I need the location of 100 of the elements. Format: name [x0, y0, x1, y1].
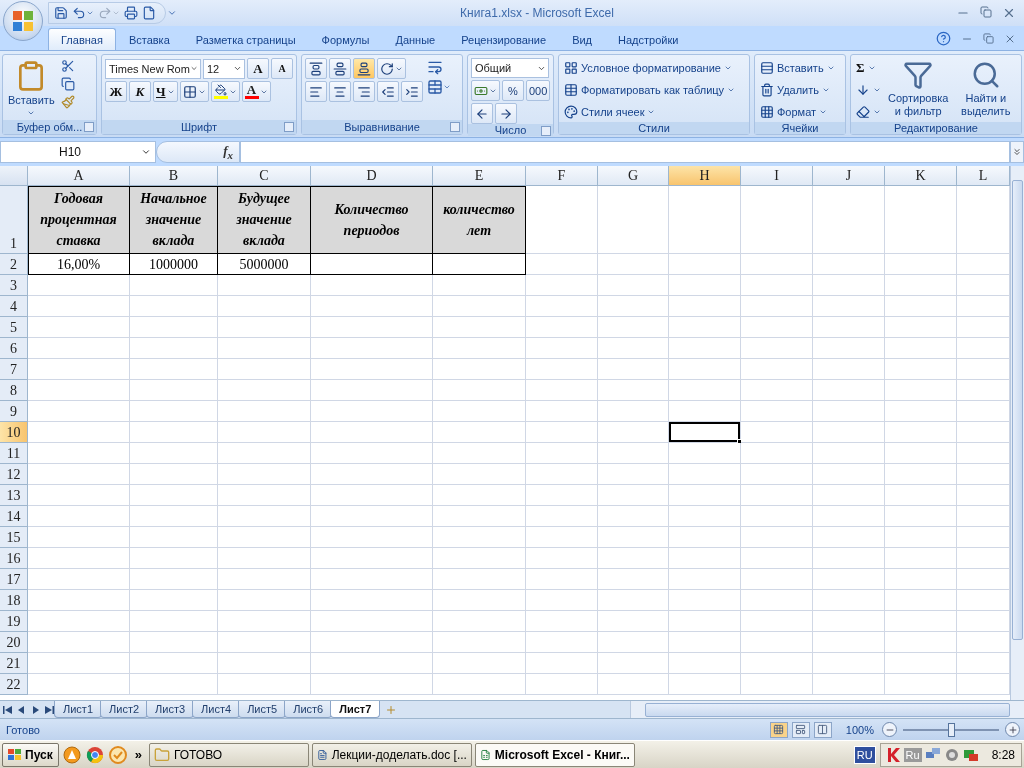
- row-header[interactable]: 2: [0, 254, 28, 275]
- row-header[interactable]: 18: [0, 590, 28, 611]
- percent-button[interactable]: %: [502, 80, 524, 101]
- start-button[interactable]: Пуск: [2, 742, 59, 767]
- cell-styles-button[interactable]: Стили ячеек: [562, 102, 738, 122]
- ribbon-tab[interactable]: Вставка: [115, 28, 183, 50]
- horizontal-scrollbar[interactable]: [630, 701, 1024, 718]
- column-header[interactable]: D: [311, 166, 433, 186]
- slider-thumb[interactable]: [948, 722, 955, 737]
- paintbrush-icon[interactable]: [59, 94, 76, 110]
- row-header[interactable]: 22: [0, 674, 28, 695]
- gauge-icon[interactable]: [943, 746, 960, 763]
- dialog-launcher-icon[interactable]: [84, 122, 94, 132]
- sheet-tab[interactable]: Лист7: [330, 701, 381, 718]
- font-color-button[interactable]: A: [241, 81, 271, 102]
- align-left-button[interactable]: [305, 81, 327, 102]
- restore-icon[interactable]: [980, 6, 992, 20]
- paste-button[interactable]: Вставить: [6, 58, 57, 120]
- formula-input[interactable]: [240, 141, 1010, 163]
- row-header[interactable]: 14: [0, 506, 28, 527]
- restore-icon[interactable]: [983, 33, 994, 44]
- column-header[interactable]: E: [433, 166, 526, 186]
- save-icon[interactable]: [53, 5, 69, 21]
- column-header[interactable]: F: [526, 166, 598, 186]
- arrow-left-button[interactable]: [471, 103, 493, 124]
- bold-button[interactable]: Ж: [105, 81, 127, 102]
- font-size-field[interactable]: 12: [203, 58, 245, 79]
- row-header[interactable]: 8: [0, 380, 28, 401]
- row-header[interactable]: 21: [0, 653, 28, 674]
- selected-cell[interactable]: [669, 422, 741, 443]
- zoom-out-button[interactable]: [882, 722, 897, 737]
- row-header[interactable]: 7: [0, 359, 28, 380]
- italic-button[interactable]: К: [129, 81, 151, 102]
- sheet-tab[interactable]: Лист5: [238, 701, 287, 718]
- row-header[interactable]: 11: [0, 443, 28, 464]
- sheet-tab[interactable]: Лист2: [100, 701, 149, 718]
- fill-color-button[interactable]: [210, 81, 240, 102]
- sheet-tab[interactable]: Лист3: [146, 701, 195, 718]
- select-all-button[interactable]: [0, 166, 28, 186]
- row-header[interactable]: 1: [0, 186, 28, 254]
- column-header[interactable]: I: [741, 166, 813, 186]
- browser-icon[interactable]: [84, 744, 105, 765]
- thousands-button[interactable]: 000: [526, 80, 551, 101]
- align-middle-button[interactable]: [329, 58, 351, 79]
- underline-button[interactable]: Ч: [153, 81, 178, 102]
- column-header[interactable]: K: [885, 166, 957, 186]
- row-header[interactable]: 4: [0, 296, 28, 317]
- sum-button[interactable]: Σ: [854, 58, 883, 78]
- column-header[interactable]: B: [130, 166, 218, 186]
- grid-cell[interactable]: [311, 254, 433, 275]
- column-header[interactable]: C: [218, 166, 311, 186]
- column-header[interactable]: H: [669, 166, 741, 186]
- align-center-button[interactable]: [329, 81, 351, 102]
- row-header[interactable]: 6: [0, 338, 28, 359]
- check-circle-icon[interactable]: [107, 744, 128, 765]
- merge-cells-button[interactable]: [426, 78, 452, 96]
- insert-button[interactable]: Вставить: [758, 58, 837, 78]
- grid-cell[interactable]: [433, 254, 526, 275]
- row-header[interactable]: 13: [0, 485, 28, 506]
- name-box[interactable]: H10: [0, 141, 156, 163]
- file-icon[interactable]: [141, 5, 157, 21]
- sort-filter-button[interactable]: Сортировка и фильтр: [886, 58, 951, 122]
- taskbar-button[interactable]: ГОТОВО: [148, 742, 309, 767]
- dialog-launcher-icon[interactable]: [284, 122, 294, 132]
- ribbon-tab[interactable]: Рецензирование: [448, 28, 560, 50]
- format-as-table-button[interactable]: Форматировать как таблицу: [562, 80, 738, 100]
- sheet-tab[interactable]: Лист1: [54, 701, 103, 718]
- ribbon-tab[interactable]: Главная: [48, 28, 116, 50]
- round-logo-icon[interactable]: [61, 744, 82, 765]
- ribbon-tab[interactable]: Вид: [559, 28, 606, 50]
- align-bottom-button[interactable]: [353, 58, 375, 79]
- banknote-button[interactable]: [471, 80, 500, 101]
- grid-button[interactable]: [179, 81, 209, 102]
- column-header[interactable]: J: [813, 166, 885, 186]
- dialog-launcher-icon[interactable]: [450, 122, 460, 132]
- insert-function-button[interactable]: f$_{x}$: [156, 141, 240, 163]
- column-header[interactable]: L: [957, 166, 1010, 186]
- row-header[interactable]: 5: [0, 317, 28, 338]
- shrink-font-button[interactable]: A: [271, 58, 293, 79]
- row-header[interactable]: 10: [0, 422, 28, 443]
- indent-increase-button[interactable]: [401, 81, 423, 102]
- delete-button[interactable]: Удалить: [758, 80, 837, 100]
- row-header[interactable]: 16: [0, 548, 28, 569]
- format-button[interactable]: Формат: [758, 102, 837, 122]
- row-header[interactable]: 19: [0, 611, 28, 632]
- number-format-field[interactable]: Общий: [471, 58, 549, 78]
- scroll-thumb[interactable]: [1012, 180, 1023, 640]
- row-header[interactable]: 17: [0, 569, 28, 590]
- rotate-button[interactable]: [377, 58, 406, 79]
- scroll-thumb[interactable]: [645, 702, 1010, 717]
- row-header[interactable]: 9: [0, 401, 28, 422]
- help-icon[interactable]: [936, 31, 951, 46]
- printer-icon[interactable]: [123, 5, 139, 21]
- column-header[interactable]: G: [598, 166, 669, 186]
- vertical-scrollbar[interactable]: [1010, 166, 1024, 700]
- ribbon-tab[interactable]: Разметка страницы: [182, 28, 309, 50]
- expand-button[interactable]: [1010, 141, 1024, 163]
- page-break-button[interactable]: [813, 721, 832, 738]
- find-select-button[interactable]: Найти и выделить: [953, 58, 1018, 122]
- row-header[interactable]: 3: [0, 275, 28, 296]
